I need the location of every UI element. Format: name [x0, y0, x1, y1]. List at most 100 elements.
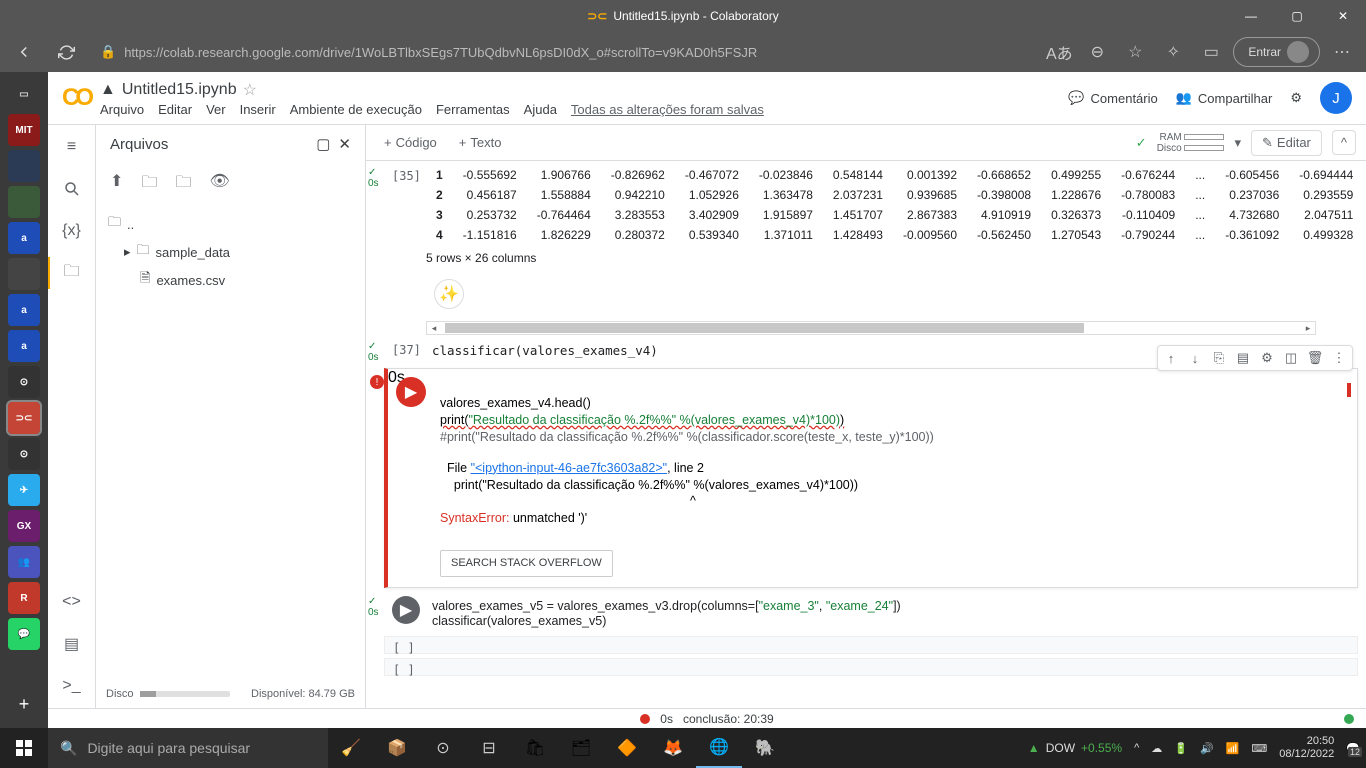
vtab-active[interactable]: ⊃⊂ — [8, 402, 40, 434]
clock[interactable]: 20:50 08/12/2022 — [1279, 735, 1334, 761]
toggle-hidden-icon[interactable]: 👁 — [209, 171, 229, 198]
tree-file[interactable]: 🗎exames.csv — [104, 266, 357, 294]
magic-wand-button[interactable]: ✨ — [434, 279, 464, 309]
files-icon[interactable]: 🗀 — [60, 261, 84, 285]
vtab-4[interactable]: a — [8, 222, 40, 254]
menu-file[interactable]: Arquivo — [100, 102, 144, 117]
active-cell-code[interactable]: valores_exames_v4.head() print("Resultad… — [434, 387, 1357, 454]
task-view[interactable]: ⊙ — [420, 728, 466, 768]
output-hscrollbar[interactable]: ◂ ▸ — [426, 321, 1316, 335]
tree-folder[interactable]: ▸🗀sample_data — [104, 238, 357, 266]
notebook-filename[interactable]: Untitled15.ipynb — [122, 81, 237, 99]
new-window-icon[interactable]: ▢ — [316, 135, 330, 153]
app-edge[interactable]: 🌐 — [696, 728, 742, 768]
save-status[interactable]: Todas as alterações foram salvas — [571, 102, 764, 117]
find-icon[interactable] — [60, 177, 84, 201]
add-text-button[interactable]: + Texto — [451, 131, 510, 154]
battery-icon[interactable]: 🔋 — [1174, 742, 1188, 755]
comment-cell-icon[interactable]: ▤ — [1232, 348, 1254, 368]
cell-v5-code[interactable]: valores_exames_v5 = valores_exames_v3.dr… — [426, 594, 1358, 632]
resource-indicator[interactable]: RAM Disco — [1157, 132, 1225, 154]
start-button[interactable] — [0, 728, 48, 768]
mount-drive-icon[interactable]: 🗀 — [175, 171, 191, 198]
scroll-right-icon[interactable]: ▸ — [1301, 322, 1315, 334]
upload-icon[interactable]: ⬆ — [110, 171, 123, 198]
vtab-12[interactable]: 👥 — [8, 546, 40, 578]
app-vlc[interactable]: 🔶 — [604, 728, 650, 768]
refresh-button[interactable] — [50, 36, 82, 68]
app-postgres[interactable]: 🐘 — [742, 728, 788, 768]
run-button[interactable]: ▶ — [392, 596, 420, 624]
vtab-14[interactable]: 💬 — [8, 618, 40, 650]
dropdown-icon[interactable]: ▾ — [1234, 135, 1241, 151]
vtab-3[interactable] — [8, 186, 40, 218]
taskbar-search[interactable]: 🔍 Digite aqui para pesquisar — [48, 728, 328, 768]
more-icon[interactable]: ⋯ — [1326, 36, 1358, 68]
stock-widget[interactable]: ▲ DOW +0.55% — [1028, 741, 1122, 755]
mirror-cell-icon[interactable]: ◫ — [1280, 348, 1302, 368]
tabs-toggle-icon[interactable]: ▭ — [8, 78, 40, 110]
settings-button[interactable]: ⚙ — [1290, 90, 1302, 106]
toc-icon[interactable]: ≡ — [60, 135, 84, 159]
tree-up[interactable]: 🗀.. — [104, 210, 357, 238]
code-snippets-icon[interactable]: <> — [60, 590, 84, 614]
edit-mode-button[interactable]: ✎Editar — [1251, 130, 1322, 156]
scroll-left-icon[interactable]: ◂ — [427, 322, 441, 334]
new-tab-button[interactable]: + — [8, 688, 40, 720]
menu-edit[interactable]: Editar — [158, 102, 192, 117]
move-up-icon[interactable]: ↑ — [1160, 348, 1182, 368]
app-explorer[interactable]: 🗂 — [558, 728, 604, 768]
maximize-button[interactable]: ▢ — [1274, 0, 1320, 32]
link-icon[interactable]: ⎘ — [1208, 348, 1230, 368]
run-cell-button[interactable]: ▶ — [396, 377, 426, 407]
vtab-1[interactable]: MIT — [8, 114, 40, 146]
address-bar[interactable]: 🔒 https://colab.research.google.com/driv… — [92, 44, 1033, 60]
minimize-button[interactable]: ― — [1228, 0, 1274, 32]
collections-icon[interactable]: ▭ — [1195, 36, 1227, 68]
app-1[interactable]: 🧹 — [328, 728, 374, 768]
vtab-10[interactable]: ✈ — [8, 474, 40, 506]
tray-up-icon[interactable]: ^ — [1134, 742, 1139, 754]
vtab-8[interactable]: ⊙ — [8, 366, 40, 398]
favorite-icon[interactable]: ☆ — [1119, 36, 1151, 68]
vtab-7[interactable]: a — [8, 330, 40, 362]
add-code-button[interactable]: + Código — [376, 131, 445, 154]
app-2[interactable]: 📦 — [374, 728, 420, 768]
star-icon[interactable]: ☆ — [243, 80, 257, 100]
wifi-icon[interactable]: 📶 — [1226, 742, 1240, 755]
vtab-9[interactable]: ⊙ — [8, 438, 40, 470]
user-avatar[interactable]: J — [1320, 82, 1352, 114]
variables-icon[interactable]: {x} — [60, 219, 84, 243]
vtab-5[interactable] — [8, 258, 40, 290]
share-button[interactable]: 👥Compartilhar — [1176, 90, 1273, 106]
cell-settings-icon[interactable]: ⚙ — [1256, 348, 1278, 368]
zoom-icon[interactable]: ⊖ — [1081, 36, 1113, 68]
cell-more-icon[interactable]: ⋮ — [1328, 348, 1350, 368]
volume-icon[interactable]: 🔊 — [1200, 742, 1214, 755]
collapse-icon[interactable]: ^ — [1332, 130, 1356, 155]
translate-icon[interactable]: Aあ — [1043, 36, 1075, 68]
vtab-2[interactable] — [8, 150, 40, 182]
move-down-icon[interactable]: ↓ — [1184, 348, 1206, 368]
empty-cell-2[interactable]: [ ] — [384, 658, 1358, 676]
vtab-6[interactable]: a — [8, 294, 40, 326]
notebook-content[interactable]: ✓0s [35] 1-0.5556921.906766-0.826962-0.4… — [366, 161, 1366, 708]
menu-runtime[interactable]: Ambiente de execução — [290, 102, 422, 117]
menu-view[interactable]: Ver — [206, 102, 226, 117]
sign-in-button[interactable]: Entrar — [1233, 37, 1320, 67]
close-button[interactable]: ✕ — [1320, 0, 1366, 32]
active-cell[interactable]: ↑ ↓ ⎘ ▤ ⚙ ◫ 🗑 ⋮ ! 0s ▶ valores_exames_v4… — [384, 368, 1358, 588]
menu-tools[interactable]: Ferramentas — [436, 102, 510, 117]
favorites-bar-icon[interactable]: ✧ — [1157, 36, 1189, 68]
scroll-thumb[interactable] — [445, 323, 1084, 333]
onedrive-icon[interactable]: ☁ — [1151, 742, 1162, 755]
menu-insert[interactable]: Inserir — [240, 102, 276, 117]
comment-button[interactable]: 💬Comentário — [1068, 90, 1157, 106]
terminal-icon[interactable]: >_ — [60, 674, 84, 698]
notifications-icon[interactable]: 💬12 — [1346, 742, 1360, 755]
menu-help[interactable]: Ajuda — [524, 102, 557, 117]
empty-cell-1[interactable]: [ ] — [384, 636, 1358, 654]
app-store[interactable]: 🛍 — [512, 728, 558, 768]
cell-v5[interactable]: ✓0s ▶ valores_exames_v5 = valores_exames… — [384, 594, 1358, 632]
delete-cell-icon[interactable]: 🗑 — [1304, 348, 1326, 368]
